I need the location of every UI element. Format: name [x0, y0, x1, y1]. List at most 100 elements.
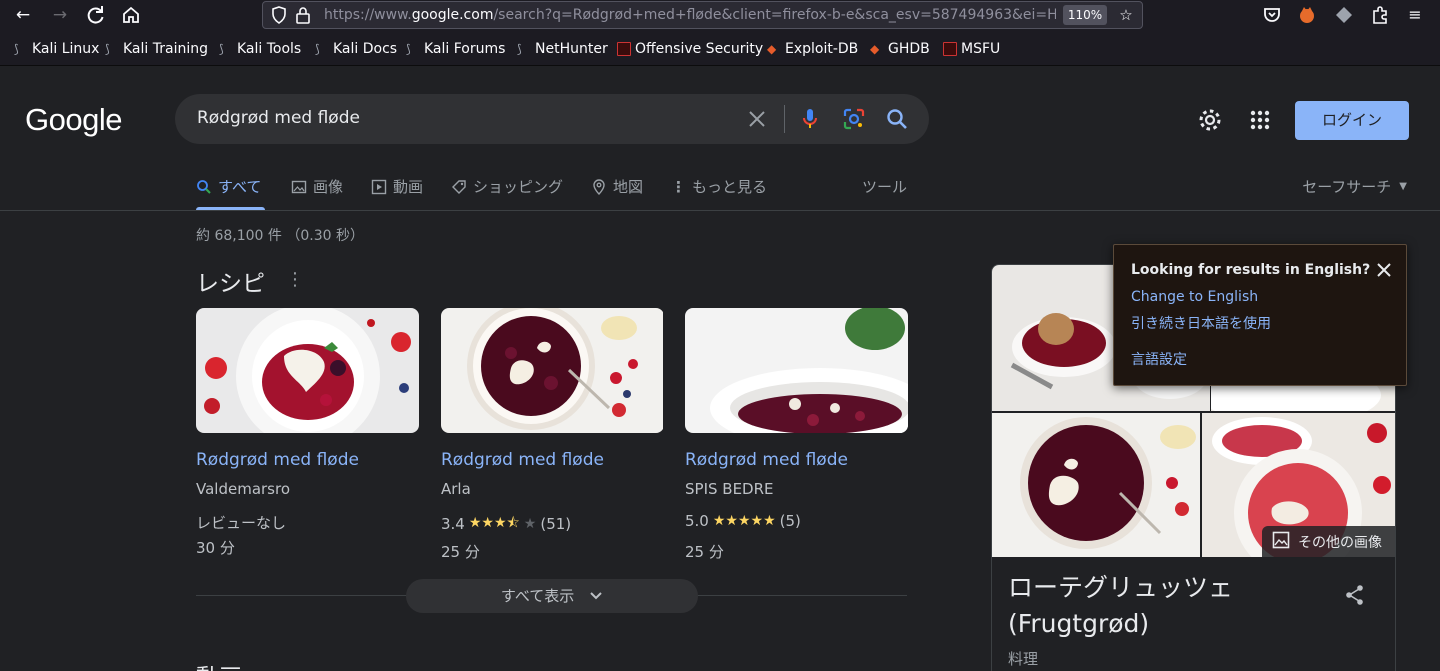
url-text[interactable]: https://www.google.com/search?q=Rødgrød+…: [324, 7, 1056, 23]
recipe-rating: 5.0 ★★★★★ (5): [685, 512, 801, 530]
browser-toolbar: ← → https://www.google.com/search?q=Rødg…: [0, 0, 1440, 30]
kali-dragon-icon: ⟆: [315, 42, 320, 56]
close-icon[interactable]: [1373, 259, 1395, 281]
search-box[interactable]: Rødgrød med fløde: [175, 94, 929, 144]
change-to-english-link[interactable]: Change to English: [1131, 289, 1258, 305]
exploitdb-icon: ◆: [767, 42, 777, 56]
pocket-icon[interactable]: [1260, 3, 1284, 27]
recipe-card[interactable]: Rødgrød med fløde SPIS BEDRE 5.0 ★★★★★ (…: [685, 308, 908, 561]
recipe-image[interactable]: [685, 308, 908, 433]
kp-image-3[interactable]: [992, 413, 1200, 557]
bookmarks-toolbar: ⟆ Kali Linux ⟆ Kali Training ⟆ Kali Tools ⟆…: [0, 30, 1440, 66]
caret-down-icon: ▼: [1399, 181, 1407, 192]
reload-icon[interactable]: [84, 3, 108, 27]
recipe-image[interactable]: [196, 308, 419, 433]
chevron-down-icon: [589, 579, 603, 613]
offsec-icon: [617, 42, 631, 56]
tab-images[interactable]: 画像: [291, 176, 343, 197]
kali-dragon-icon: ⟆: [14, 42, 19, 56]
lock-icon[interactable]: [293, 5, 313, 25]
recipe-image[interactable]: [441, 308, 664, 433]
back-icon[interactable]: ←: [11, 3, 35, 27]
result-stats: 約 68,100 件 （0.30 秒）: [196, 228, 364, 244]
recipes-more-options-icon[interactable]: ⋮: [286, 270, 304, 290]
recipe-rating: 3.4 ★★★⯪ ★ (51): [441, 512, 571, 536]
videos-heading: 動画: [196, 658, 242, 671]
kali-dragon-icon: ⟆: [517, 42, 522, 56]
search-input[interactable]: Rødgrød med fløde: [197, 108, 360, 128]
menu-hamburger-icon[interactable]: ≡: [1403, 3, 1427, 27]
bookmark-offensive-security[interactable]: Offensive Security: [617, 40, 763, 58]
map-pin-icon: [591, 178, 607, 195]
voice-search-icon[interactable]: [797, 106, 823, 132]
home-icon[interactable]: [119, 3, 143, 27]
more-images-button[interactable]: その他の画像: [1262, 526, 1395, 558]
extensions-puzzle-icon[interactable]: [1368, 3, 1392, 27]
bookmark-star-icon[interactable]: ☆: [1116, 5, 1136, 25]
kali-dragon-icon: ⟆: [105, 42, 110, 56]
bookmark-exploit-db[interactable]: ◆ Exploit-DB: [767, 40, 858, 58]
active-tab-indicator: [196, 207, 265, 210]
keep-japanese-link[interactable]: 引き続き日本語を使用: [1131, 313, 1271, 333]
bookmark-kali-training[interactable]: ⟆ Kali Training: [105, 40, 208, 58]
tab-shopping[interactable]: ショッピング: [451, 176, 563, 197]
clear-search-icon[interactable]: [744, 106, 770, 132]
rating-value: 3.4: [441, 515, 465, 533]
tracking-shield-icon[interactable]: [269, 5, 289, 25]
kp-title: ローテグリュッツェ (Frugtgrød): [1008, 573, 1234, 638]
rating-value: 5.0: [685, 512, 709, 530]
rating-count: (5): [779, 512, 801, 530]
language-suggestion-popup: Looking for results in English? Change t…: [1113, 244, 1407, 386]
recipe-card[interactable]: Rødgrød med fløde Arla 3.4 ★★★⯪ ★ (51) 25…: [441, 308, 664, 561]
recipe-time: 25 分: [685, 543, 724, 561]
rating-stars: ★★★⯪: [468, 515, 520, 531]
recipe-title[interactable]: Rødgrød med fløde: [441, 450, 604, 470]
bookmark-kali-docs[interactable]: ⟆ Kali Docs: [315, 40, 397, 58]
language-settings-link[interactable]: 言語設定: [1131, 349, 1187, 369]
tab-maps[interactable]: 地図: [591, 176, 643, 197]
search-icon[interactable]: [884, 106, 910, 132]
extension-fox-icon[interactable]: [1295, 3, 1319, 27]
safesearch-dropdown[interactable]: セーフサーチ ▼: [1302, 176, 1407, 197]
tab-all[interactable]: すべて: [196, 176, 261, 197]
login-button[interactable]: ログイン: [1295, 101, 1409, 140]
kali-dragon-icon: ⟆: [219, 42, 224, 56]
bookmark-kali-linux[interactable]: ⟆ Kali Linux: [14, 40, 99, 58]
tools-button[interactable]: ツール: [862, 176, 907, 197]
tag-icon: [451, 179, 467, 195]
rating-count: (51): [540, 515, 572, 533]
rating-stars: ★★★★★: [712, 513, 776, 529]
bookmark-kali-forums[interactable]: ⟆ Kali Forums: [406, 40, 505, 58]
recipes-heading: レシピ: [196, 271, 265, 297]
zoom-level-badge[interactable]: 110%: [1063, 5, 1107, 25]
url-bar[interactable]: https://www.google.com/search?q=Rødgrød+…: [262, 1, 1143, 29]
bookmark-kali-tools[interactable]: ⟆ Kali Tools: [219, 40, 301, 58]
recipe-review-text: レビューなし: [196, 514, 287, 532]
bookmark-msfu[interactable]: MSFU: [943, 40, 1000, 58]
recipe-title[interactable]: Rødgrød med fløde: [196, 450, 359, 470]
search-multicolor-icon: [196, 179, 212, 195]
google-logo[interactable]: Google: [25, 102, 122, 138]
settings-gear-icon[interactable]: [1197, 107, 1223, 133]
show-all-button[interactable]: すべて表示: [406, 579, 698, 613]
recipe-card[interactable]: Rødgrød med fløde Valdemarsro レビューなし 30 …: [196, 308, 419, 557]
search-divider: [784, 105, 785, 133]
tab-more[interactable]: ⋮ もっと見る: [671, 176, 767, 197]
recipe-source: SPIS BEDRE: [685, 480, 774, 498]
image-icon: [1272, 531, 1290, 553]
offsec-icon: [943, 42, 957, 56]
share-icon[interactable]: [1343, 583, 1367, 607]
recipe-time: 25 分: [441, 543, 480, 561]
bookmark-ghdb[interactable]: ◆ GHDB: [870, 40, 930, 58]
lens-search-icon[interactable]: [841, 106, 867, 132]
forward-icon[interactable]: →: [48, 3, 72, 27]
kali-dragon-icon: ⟆: [406, 42, 411, 56]
google-apps-icon[interactable]: [1248, 108, 1272, 132]
extension-diamond-icon[interactable]: [1332, 3, 1356, 27]
tab-videos[interactable]: 動画: [371, 176, 423, 197]
popup-title: Looking for results in English?: [1131, 262, 1371, 278]
bookmark-nethunter[interactable]: ⟆ NetHunter: [517, 40, 608, 58]
recipe-title[interactable]: Rødgrød med fløde: [685, 450, 848, 470]
exploitdb-icon: ◆: [870, 42, 880, 56]
rating-star-empty-icon: ★: [523, 516, 537, 532]
